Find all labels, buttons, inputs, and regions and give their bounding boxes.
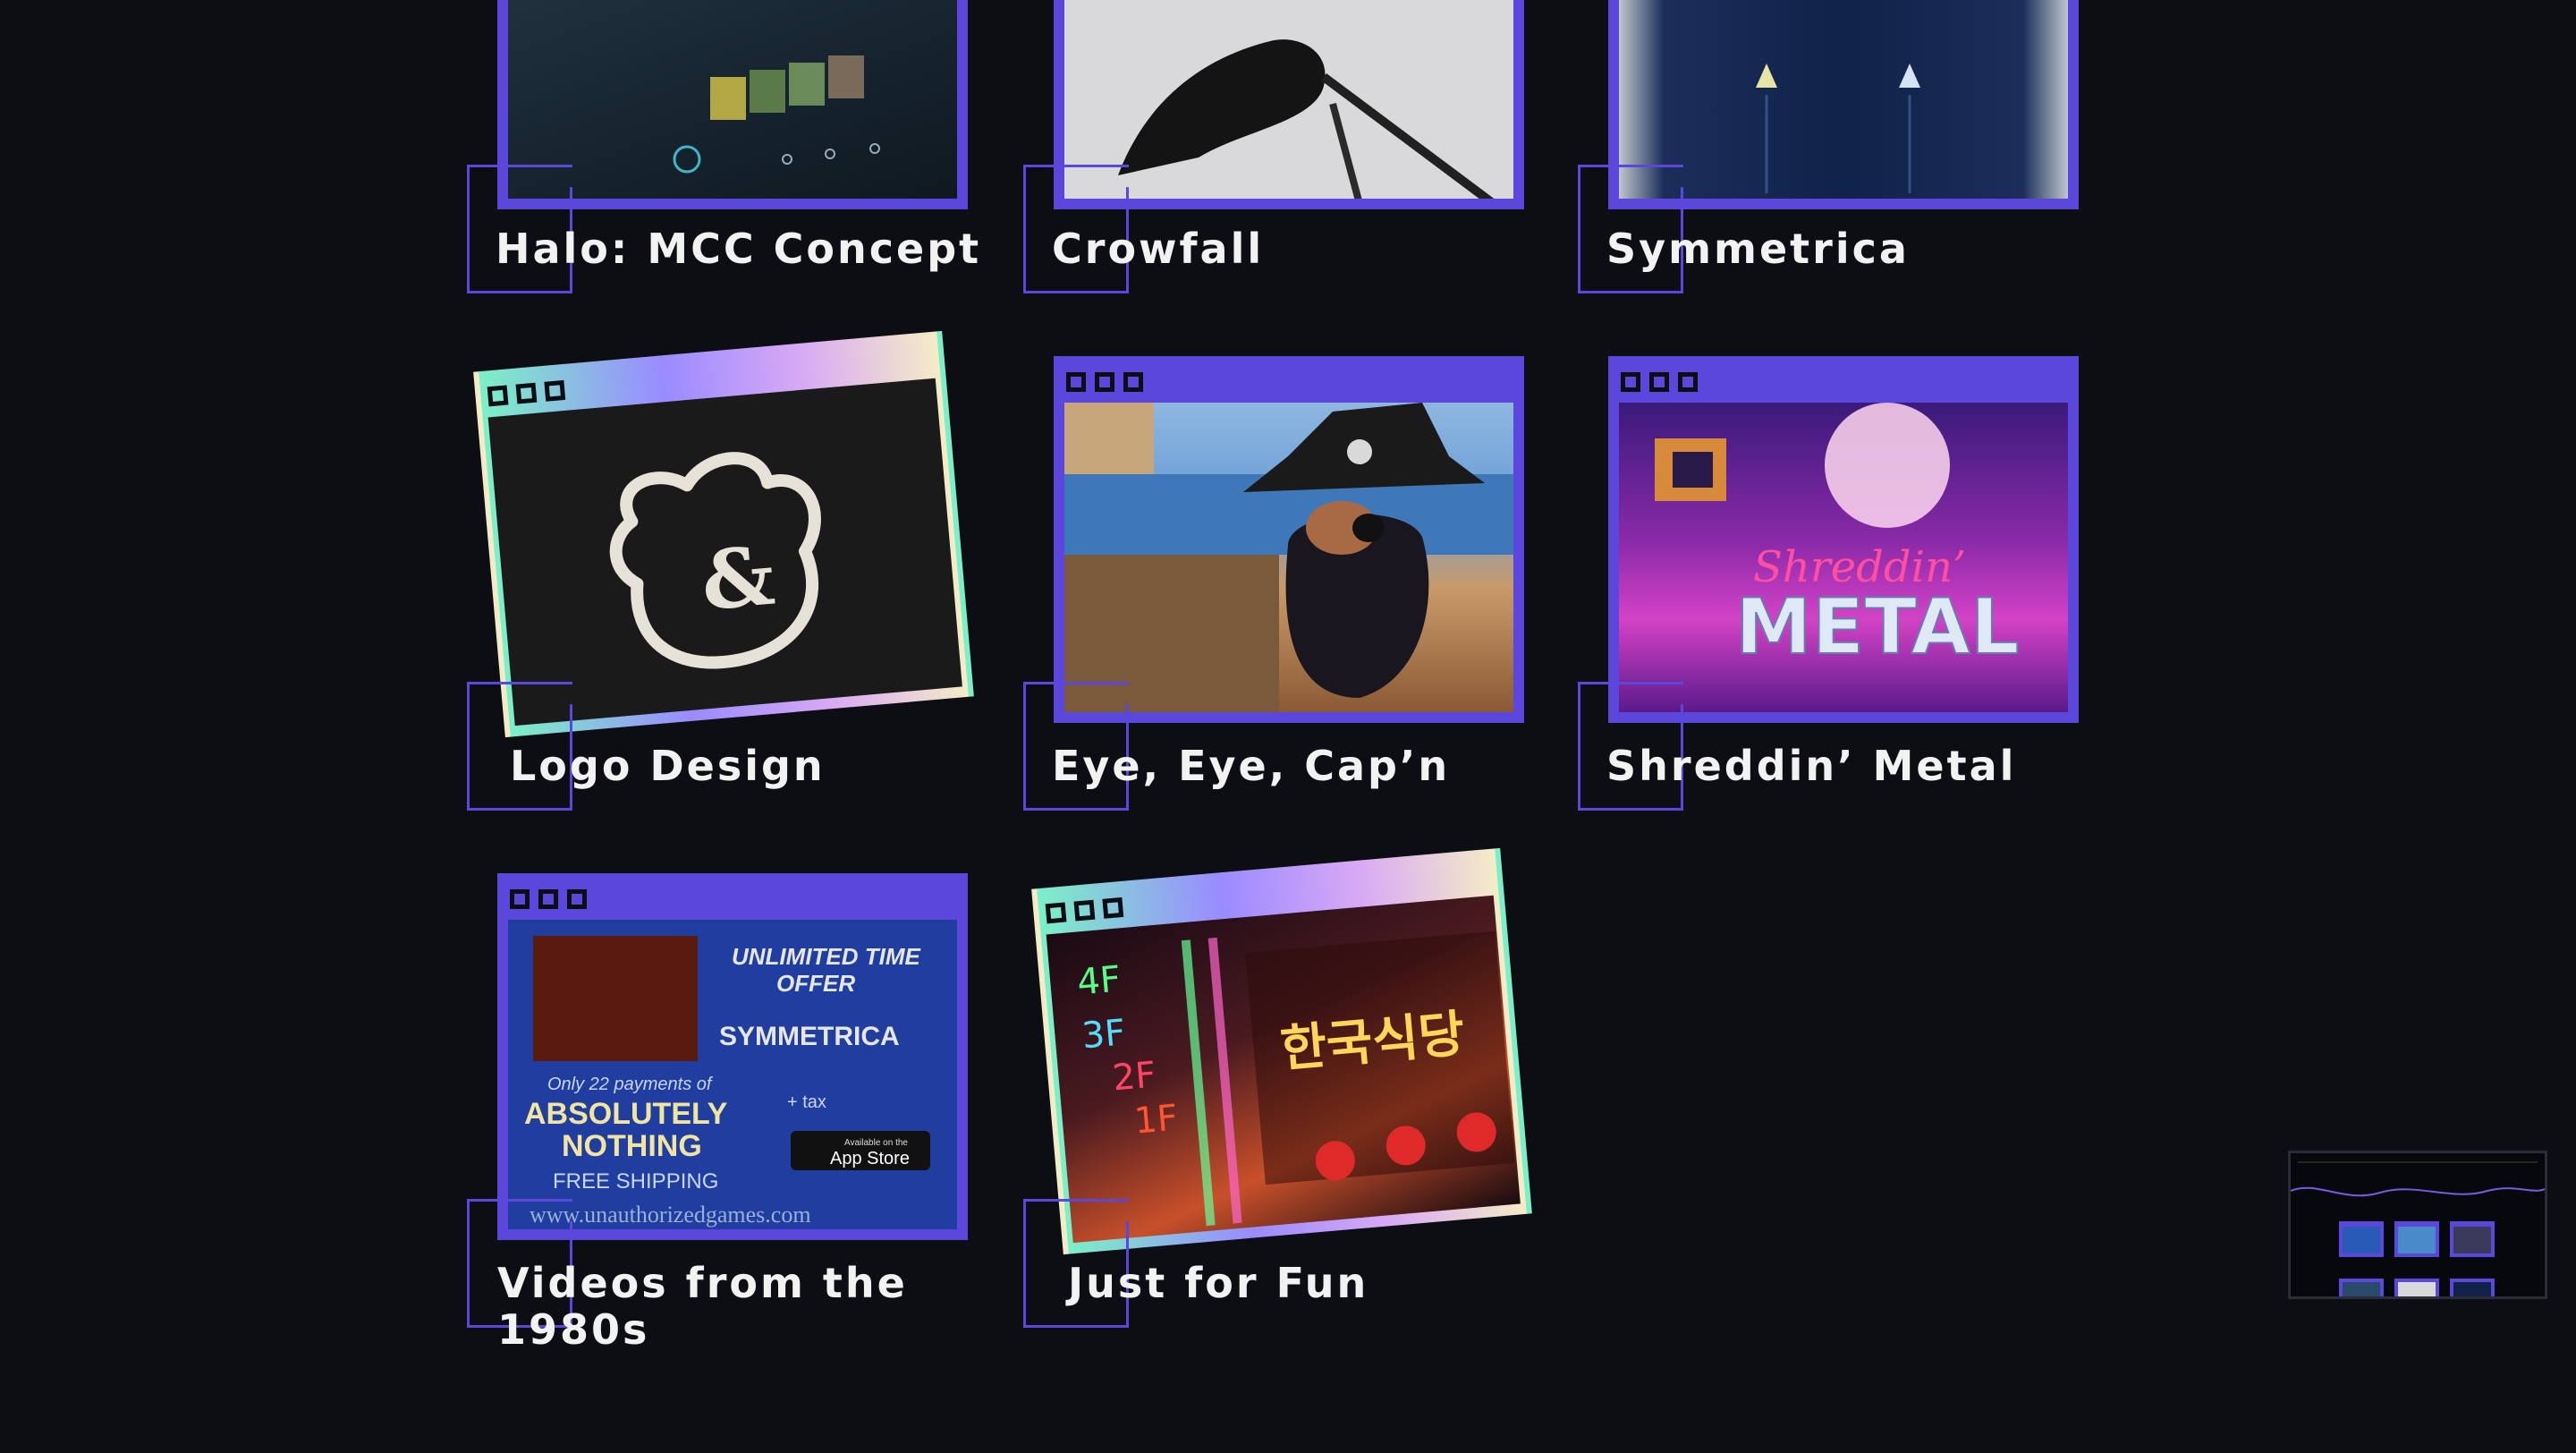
ad-text: OFFER <box>776 970 855 997</box>
window-titlebar <box>1059 361 1519 403</box>
thumbnail-frame[interactable] <box>1054 356 1524 723</box>
project-title[interactable]: Just for Fun <box>1068 1260 1515 1306</box>
thumbnail-frame[interactable]: UNLIMITED TIME OFFER SYMMETRICA Only 22 … <box>497 873 968 1240</box>
window-button-icon <box>1621 372 1640 392</box>
window-button-icon <box>1073 899 1096 922</box>
project-title[interactable]: Symmetrica <box>1606 225 2036 272</box>
window-button-icon <box>1649 372 1669 392</box>
ad-text: UNLIMITED TIME <box>732 943 921 970</box>
window-button-icon <box>544 379 566 402</box>
project-title[interactable]: Shreddin’ Metal <box>1606 743 2054 789</box>
thumbnail-image <box>508 0 957 199</box>
neon-text: 2F <box>1111 1054 1157 1099</box>
project-card-videos-1980s[interactable]: UNLIMITED TIME OFFER SYMMETRICA Only 22 … <box>467 873 968 1353</box>
neon-text: 4F <box>1075 958 1122 1003</box>
window-button-icon <box>515 382 538 404</box>
window-button-icon <box>1123 372 1143 392</box>
page-minimap[interactable] <box>2288 1151 2547 1299</box>
neon-text: 1F <box>1132 1098 1179 1143</box>
thumbnail-image: UNLIMITED TIME OFFER SYMMETRICA Only 22 … <box>508 920 957 1229</box>
window-titlebar <box>503 879 962 920</box>
neon-text: 3F <box>1080 1012 1127 1057</box>
thumbnail-image: 4F 3F 2F 1F 한국식당 <box>1046 895 1521 1244</box>
ad-text: NOTHING <box>562 1129 702 1163</box>
window-button-icon <box>538 889 558 909</box>
project-title[interactable]: Crowfall <box>1052 225 1481 272</box>
project-card-just-for-fun[interactable]: 4F 3F 2F 1F 한국식당 Just for Fun <box>1023 847 1532 1328</box>
window-button-icon <box>567 889 587 909</box>
project-card-shreddin-metal[interactable]: Shreddin’ METAL Shreddin’ Metal <box>1578 356 2079 811</box>
ad-text: Only 22 payments of <box>547 1075 714 1094</box>
window-button-icon <box>1095 372 1114 392</box>
ad-text: FREE SHIPPING <box>553 1169 718 1194</box>
window-button-icon <box>1102 896 1124 919</box>
window-button-icon <box>1066 372 1086 392</box>
thumbnail-image: & <box>487 378 962 726</box>
thumbnail-image <box>1064 0 1513 199</box>
thumbnail-image <box>1064 403 1513 712</box>
ad-text: ABSOLUTELY <box>524 1097 728 1131</box>
project-card-crowfall[interactable]: Crowfall <box>1023 0 1524 293</box>
project-title[interactable]: Logo Design <box>510 743 939 789</box>
thumbnail-image <box>1619 0 2068 199</box>
window-button-icon <box>510 889 530 909</box>
window-button-icon <box>1678 372 1698 392</box>
svg-text:&: & <box>698 528 778 629</box>
window-button-icon <box>1045 902 1067 924</box>
ad-text: Available on the <box>844 1138 908 1148</box>
metal-logo-text: METAL <box>1735 582 2020 672</box>
project-title[interactable]: Eye, Eye, Cap’n <box>1052 743 1499 789</box>
thumbnail-frame[interactable]: 4F 3F 2F 1F 한국식당 <box>1031 847 1532 1255</box>
ad-text: App Store <box>830 1149 910 1168</box>
ad-text: + tax <box>787 1092 826 1112</box>
window-titlebar <box>1614 361 2073 403</box>
project-card-logo-design[interactable]: & Logo Design <box>467 330 974 811</box>
project-title[interactable]: Videos from the 1980s <box>497 1260 945 1353</box>
thumbnail-frame[interactable]: Shreddin’ METAL <box>1608 356 2079 723</box>
project-card-eye-eye-capn[interactable]: Eye, Eye, Cap’n <box>1023 356 1524 811</box>
project-card-halo[interactable]: Halo: MCC Concept <box>467 0 979 293</box>
project-title[interactable]: Halo: MCC Concept <box>496 225 996 272</box>
thumbnail-image: Shreddin’ METAL <box>1619 403 2068 712</box>
project-card-symmetrica[interactable]: Symmetrica <box>1578 0 2079 293</box>
ad-text: SYMMETRICA <box>719 1022 900 1051</box>
thumbnail-frame[interactable]: & <box>473 330 974 738</box>
window-button-icon <box>487 385 509 407</box>
